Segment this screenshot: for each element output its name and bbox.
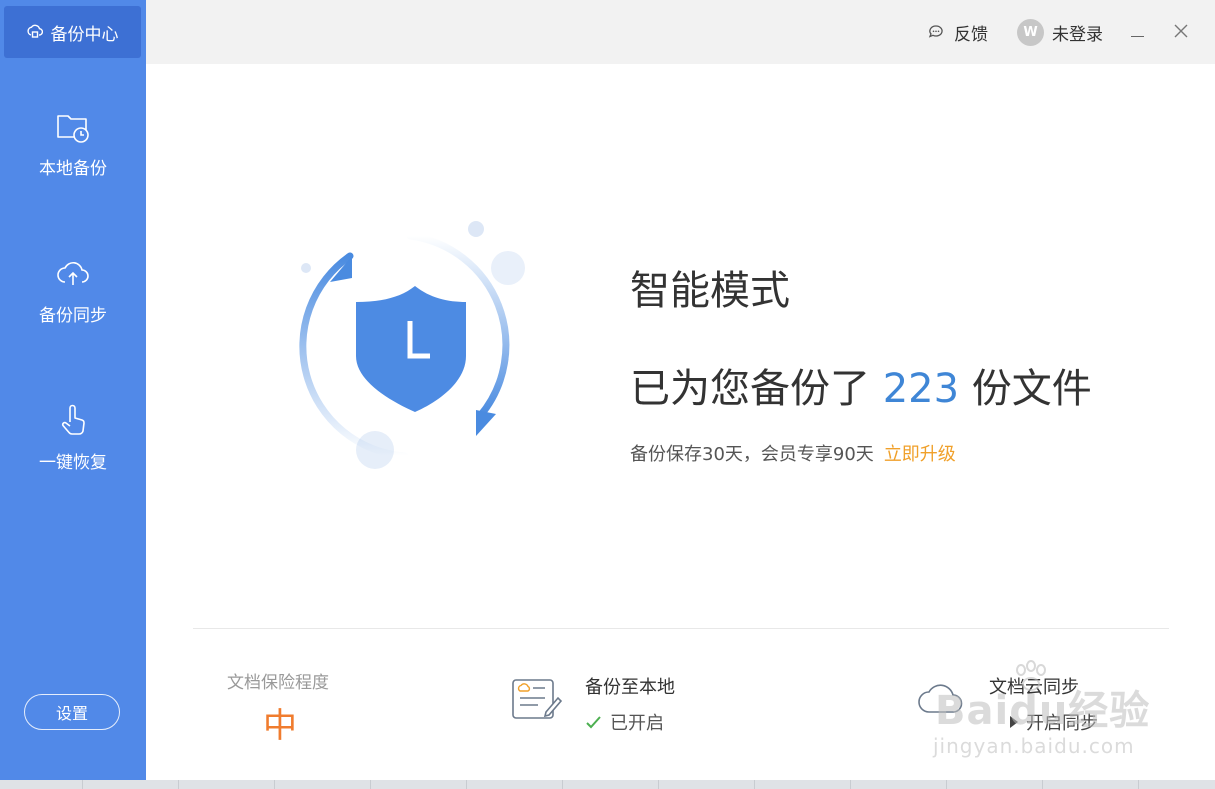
local-backup-title: 备份至本地: [585, 677, 675, 698]
local-backup-document-icon: [512, 679, 563, 719]
avatar: W: [1017, 18, 1044, 46]
sidebar-item-local-backup[interactable]: 本地备份: [0, 108, 146, 179]
divider: [193, 628, 1169, 629]
local-backup-status-label: 已开启: [610, 713, 664, 734]
backup-count-prefix: 已为您备份了: [630, 366, 870, 412]
enable-sync-button[interactable]: 开启同步: [1010, 709, 1098, 735]
title-bar: 反馈 W 未登录: [146, 0, 1215, 64]
feedback-button[interactable]: 反馈: [928, 18, 988, 46]
sidebar-item-label: 本地备份: [39, 159, 107, 179]
backup-center-label: 备份中心: [50, 24, 119, 45]
sidebar-item-label: 一键恢复: [39, 453, 107, 473]
upgrade-link[interactable]: 立即升级: [884, 444, 956, 465]
mode-title: 智能模式: [630, 268, 790, 314]
sidebar-item-backup-sync[interactable]: 备份同步: [0, 255, 146, 326]
settings-button[interactable]: 设置: [24, 694, 120, 730]
login-label: 未登录: [1052, 24, 1103, 45]
cloud-upload-icon: [57, 262, 89, 285]
play-arrow-icon: [1010, 716, 1018, 728]
chat-bubble-icon: [928, 25, 943, 38]
minimize-button[interactable]: [1128, 22, 1148, 42]
feedback-label: 反馈: [954, 24, 988, 45]
close-icon: [1174, 24, 1188, 38]
sidebar-item-label: 备份同步: [39, 306, 107, 326]
retention-text: 备份保存30天，会员专享90天: [630, 444, 874, 465]
retention-info: 备份保存30天，会员专享90天 立即升级: [630, 440, 956, 466]
shield-sync-illustration: [299, 221, 525, 469]
folder-clock-icon: [57, 115, 89, 143]
protection-level: 中: [263, 706, 297, 746]
hand-pointer-icon: [61, 404, 85, 435]
taskbar-strip: [0, 780, 1215, 789]
backup-center-tab[interactable]: 备份中心: [4, 6, 141, 58]
backup-count: 223: [882, 366, 960, 412]
backup-count-suffix: 份文件: [971, 366, 1092, 412]
sidebar: 备份中心 本地备份 备份同步 一键恢复 设置: [0, 0, 146, 780]
cloud-sync-icon: [918, 684, 963, 713]
cloud-sync-title: 文档云同步: [989, 677, 1079, 698]
protection-label: 文档保险程度: [227, 673, 329, 693]
watermark-url: jingyan.baidu.com: [933, 734, 1135, 758]
login-button[interactable]: W 未登录: [1017, 17, 1103, 47]
close-button[interactable]: [1170, 20, 1192, 42]
local-backup-status: 已开启: [585, 709, 664, 735]
app-window: 备份中心 本地备份 备份同步 一键恢复 设置 反馈 W 未登录 智能模式 已为您…: [0, 0, 1215, 780]
enable-sync-label: 开启同步: [1026, 713, 1098, 734]
backup-center-icon: [26, 24, 43, 38]
sidebar-item-one-click-restore[interactable]: 一键恢复: [0, 402, 146, 473]
backup-count-line: 已为您备份了 223 份文件: [630, 356, 1092, 414]
checkmark-icon: [586, 715, 601, 728]
